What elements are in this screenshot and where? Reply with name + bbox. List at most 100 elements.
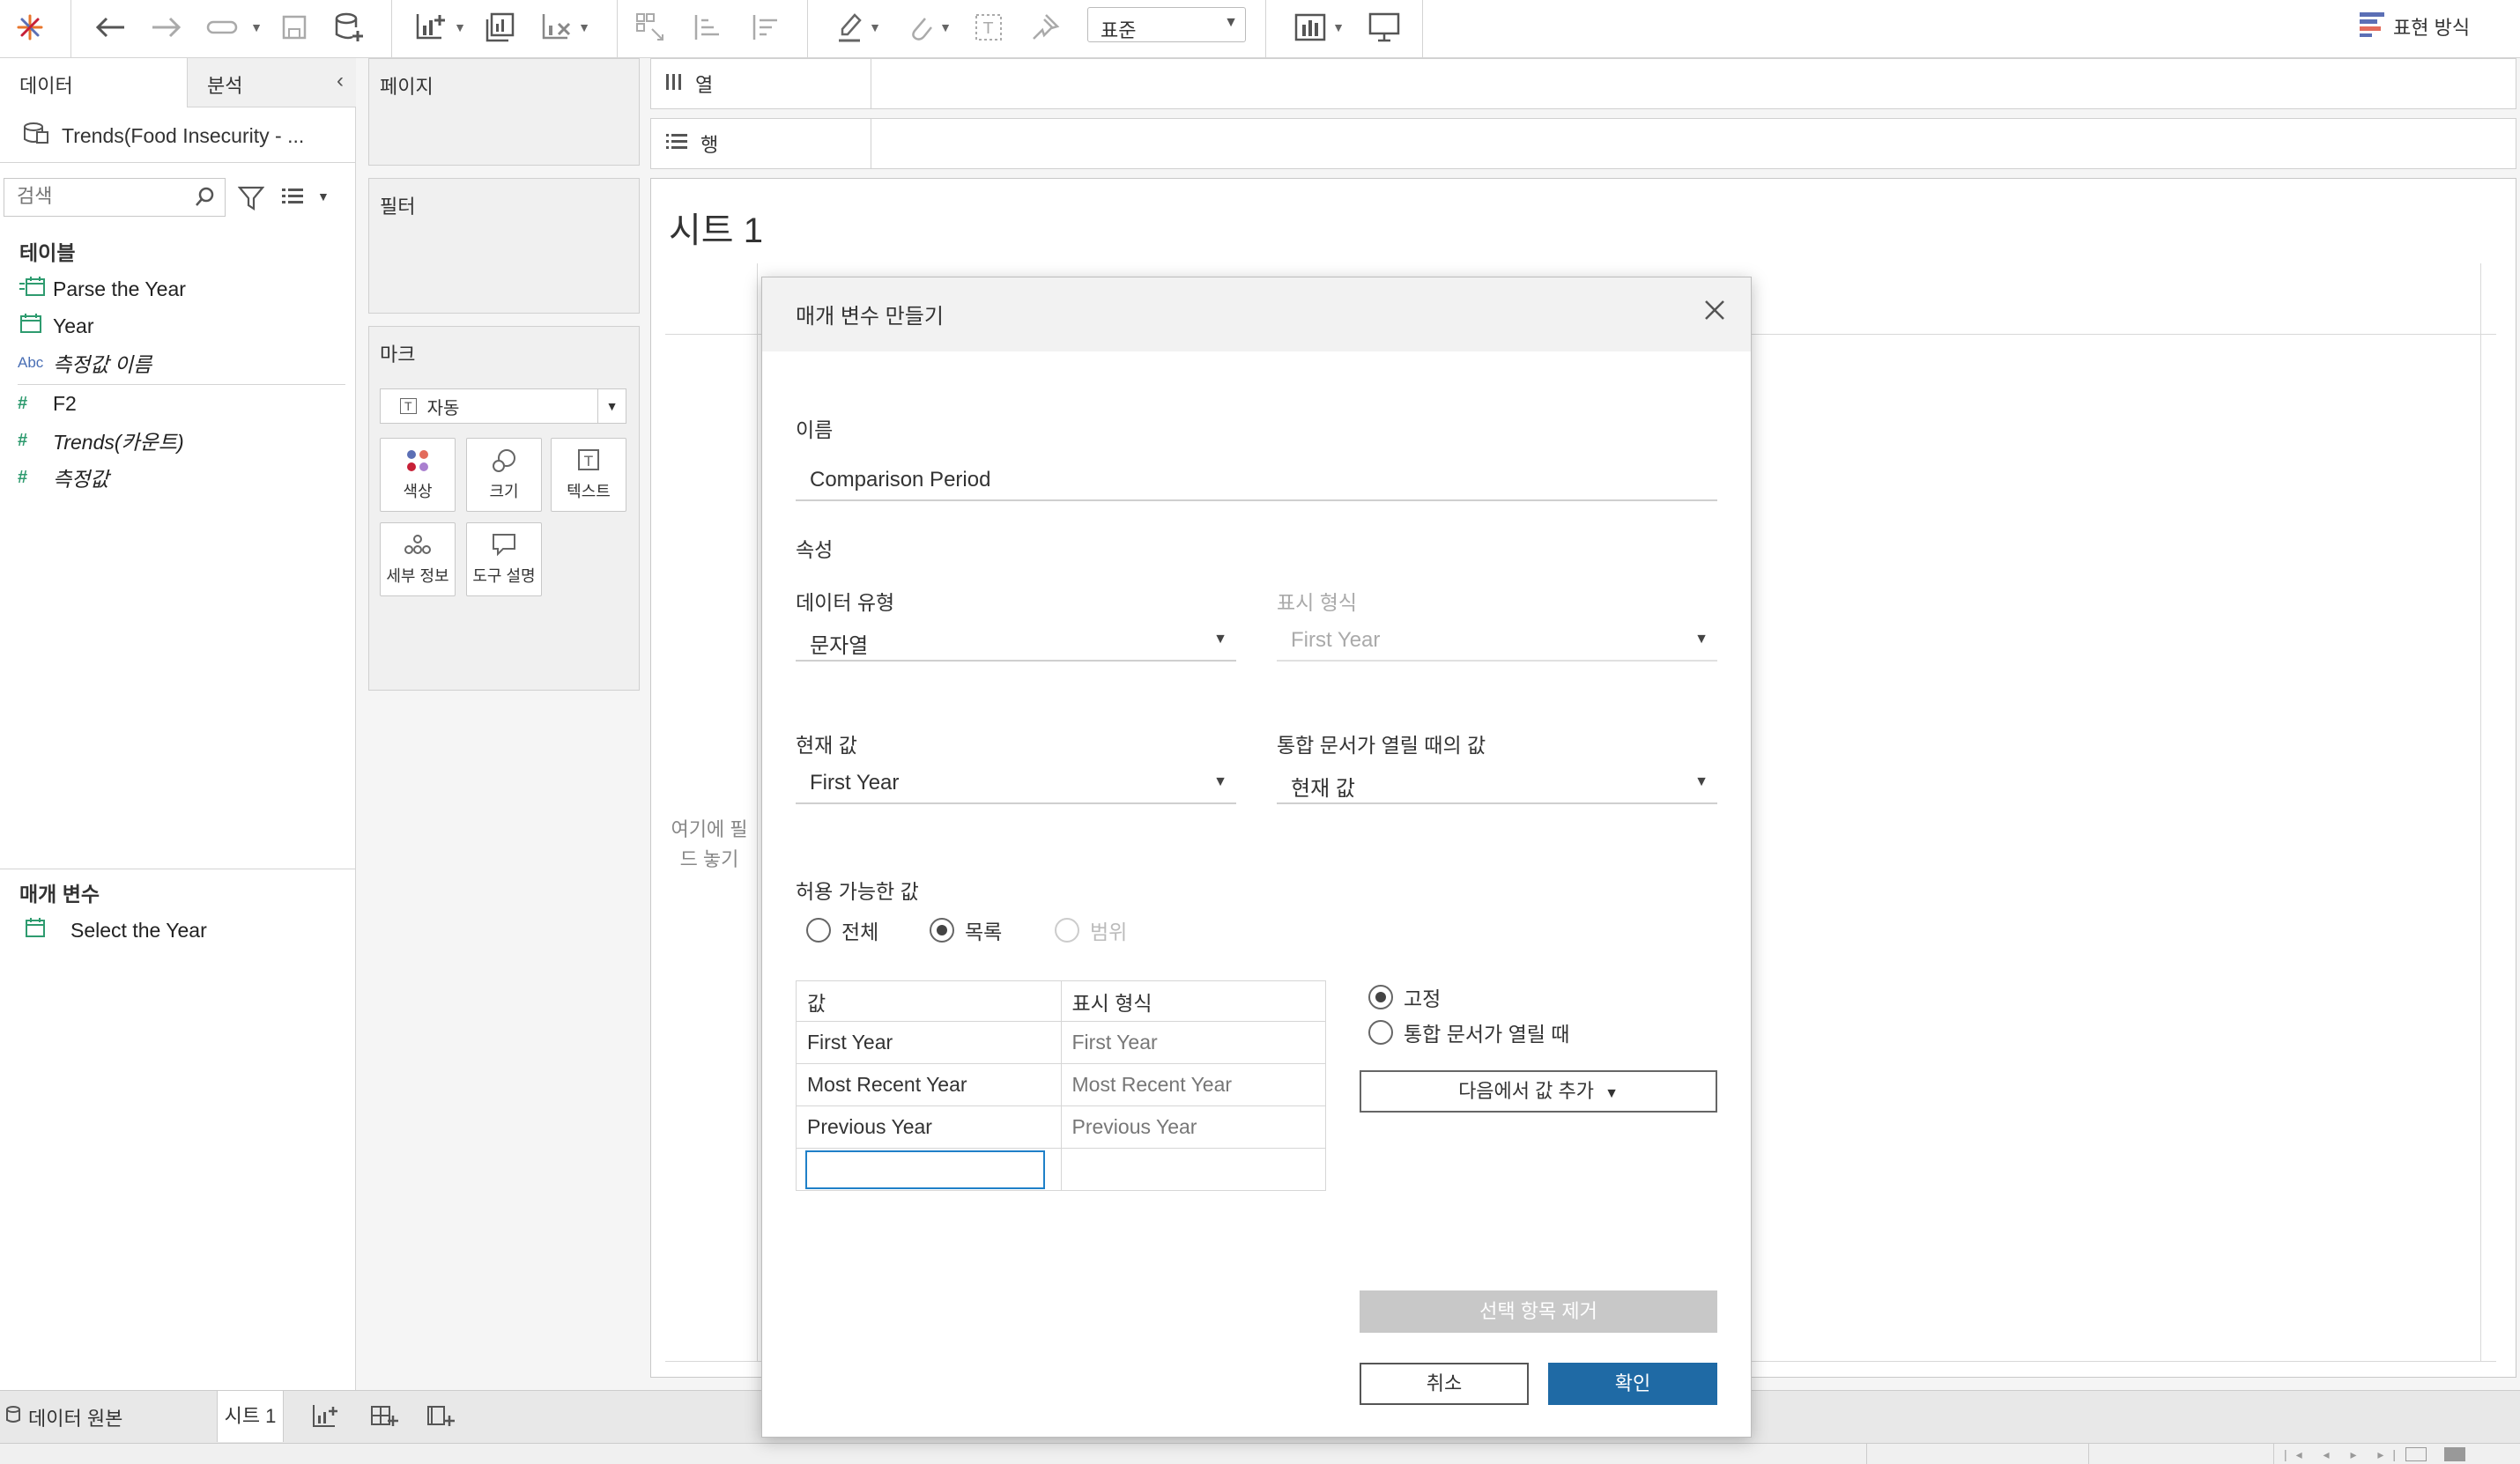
new-story-icon[interactable]: [426, 1403, 455, 1436]
sheet-title[interactable]: 시트 1: [669, 202, 763, 253]
tab-data[interactable]: 데이터: [0, 58, 187, 107]
radio-icon: [1055, 918, 1079, 943]
close-icon[interactable]: [1703, 295, 1726, 327]
show-me-button[interactable]: 표현 방식: [2358, 9, 2470, 44]
ok-button[interactable]: 확인: [1548, 1363, 1717, 1405]
table-row[interactable]: Previous Year Previous Year: [796, 1105, 1326, 1149]
sheet-tab[interactable]: 시트 1: [217, 1391, 284, 1442]
datasource-tab[interactable]: 데이터 원본: [5, 1403, 122, 1431]
save-icon[interactable]: [277, 5, 312, 49]
display-cell[interactable]: Most Recent Year: [1060, 1063, 1326, 1106]
display-cell[interactable]: First Year: [1060, 1021, 1326, 1064]
allow-all-radio[interactable]: 전체: [806, 915, 878, 945]
parameter-item[interactable]: Select the Year: [18, 913, 207, 948]
pin-icon[interactable]: [1026, 5, 1064, 49]
datasource-item[interactable]: Trends(Food Insecurity - ...: [21, 118, 304, 153]
display-format-select[interactable]: First Year ▼: [1277, 619, 1717, 662]
grid-view-icon[interactable]: [2405, 1447, 2427, 1461]
color-button[interactable]: 색상: [380, 438, 456, 512]
tab-view-icon[interactable]: [2444, 1447, 2465, 1461]
field-item[interactable]: Parse the Year: [18, 271, 186, 307]
allow-list-radio[interactable]: 목록: [930, 915, 1002, 945]
table-row[interactable]: [796, 1148, 1326, 1191]
display-cell[interactable]: Previous Year: [1060, 1105, 1326, 1149]
presentation-mode-icon[interactable]: [1362, 5, 1406, 49]
field-item[interactable]: Year: [18, 308, 93, 344]
column-header-display[interactable]: 표시 형식: [1060, 980, 1326, 1022]
tab-analysis[interactable]: 분석 ‹: [187, 58, 356, 107]
open-value-select[interactable]: 현재 값 ▼: [1277, 762, 1717, 804]
duplicate-sheet-icon[interactable]: [481, 5, 520, 49]
table-row[interactable]: First Year First Year: [796, 1021, 1326, 1064]
name-field[interactable]: Comparison Period: [796, 459, 1717, 501]
new-dashboard-icon[interactable]: [370, 1403, 398, 1436]
table-row[interactable]: Most Recent Year Most Recent Year: [796, 1063, 1326, 1106]
collapse-pane-icon[interactable]: ‹: [337, 69, 344, 93]
field-item[interactable]: Abc 측정값 이름: [18, 345, 152, 381]
new-datasource-icon[interactable]: [330, 5, 368, 49]
show-me-icon: [2358, 11, 2386, 42]
detail-button[interactable]: 세부 정보: [380, 522, 456, 596]
view-mode-select[interactable]: 표준 ▼: [1087, 7, 1246, 42]
display-cell[interactable]: [1060, 1148, 1326, 1191]
search-icon: [195, 186, 216, 215]
swap-rows-columns-icon[interactable]: [631, 5, 670, 49]
filter-icon[interactable]: [237, 185, 265, 218]
size-label: 크기: [489, 483, 519, 500]
value-cell[interactable]: Most Recent Year: [796, 1063, 1062, 1106]
tab-data-label: 데이터: [19, 75, 73, 97]
search-input[interactable]: [4, 179, 181, 214]
dialog-header: 매개 변수 만들기: [762, 277, 1751, 351]
search-box[interactable]: [4, 178, 226, 217]
undo-icon[interactable]: [88, 5, 132, 49]
rows-shelf[interactable]: 행: [650, 118, 2516, 169]
tableau-logo-icon[interactable]: [12, 5, 48, 49]
name-label: 이름: [796, 418, 834, 441]
calendar-calc-icon: [18, 275, 53, 303]
column-header-value[interactable]: 값: [796, 980, 1062, 1022]
when-open-radio[interactable]: 통합 문서가 열릴 때: [1368, 1017, 1569, 1047]
field-item[interactable]: # Trends(카운트): [18, 423, 184, 458]
filters-shelf[interactable]: 필터: [368, 178, 640, 314]
toolbar: ▼ ▼ ▼ ▼ ▼ T 표준 ▼ ▼ 표현 방식: [0, 0, 2520, 58]
tooltip-button[interactable]: 도구 설명: [466, 522, 542, 596]
pages-shelf[interactable]: 페이지: [368, 58, 640, 166]
new-value-cell[interactable]: [796, 1148, 1062, 1191]
chevron-down-icon: ▼: [317, 189, 330, 203]
cancel-button[interactable]: 취소: [1360, 1363, 1529, 1405]
sort-descending-icon[interactable]: [745, 5, 784, 49]
detail-label: 세부 정보: [386, 567, 449, 585]
current-value-select[interactable]: First Year ▼: [796, 762, 1236, 804]
allow-range-radio[interactable]: 범위: [1055, 915, 1127, 945]
view-list-icon[interactable]: ▼: [280, 185, 330, 208]
drop-field-hint[interactable]: 여기에 필드 놓기: [665, 815, 753, 875]
value-cell[interactable]: Previous Year: [796, 1105, 1062, 1149]
fixed-radio[interactable]: 고정: [1368, 982, 1441, 1012]
field-item[interactable]: # F2: [18, 386, 77, 421]
text-button[interactable]: T 텍스트: [551, 438, 626, 512]
value-cell[interactable]: First Year: [796, 1021, 1062, 1064]
sort-ascending-icon[interactable]: [687, 5, 726, 49]
clear-sheet-icon[interactable]: ▼: [532, 5, 599, 49]
mark-type-select[interactable]: T 자동 ▼: [380, 388, 626, 424]
redo-icon[interactable]: [145, 5, 189, 49]
cancel-label: 취소: [1426, 1372, 1463, 1394]
attach-icon[interactable]: ▼: [899, 5, 960, 49]
sheet-navigation-icon[interactable]: |◂ ◂ ▸ ▸|: [2284, 1447, 2405, 1462]
show-cards-icon[interactable]: ▼: [1288, 5, 1350, 49]
columns-shelf[interactable]: 열: [650, 58, 2516, 109]
label-icon[interactable]: T: [969, 5, 1008, 49]
highlight-icon[interactable]: ▼: [828, 5, 890, 49]
add-values-from-button[interactable]: 다음에서 값 추가 ▼: [1360, 1070, 1717, 1113]
size-button[interactable]: 크기: [466, 438, 542, 512]
database-icon: [5, 1405, 21, 1430]
radio-selected-icon: [930, 918, 954, 943]
field-item[interactable]: # 측정값: [18, 460, 108, 495]
remove-selected-button[interactable]: 선택 항목 제거: [1360, 1290, 1717, 1333]
number-icon: #: [18, 430, 28, 450]
new-value-input[interactable]: [805, 1150, 1045, 1189]
new-worksheet-icon[interactable]: [312, 1403, 340, 1436]
data-type-select[interactable]: 문자열 ▼: [796, 619, 1236, 662]
swap-icon[interactable]: ▼: [199, 5, 270, 49]
new-worksheet-icon[interactable]: ▼: [407, 5, 474, 49]
